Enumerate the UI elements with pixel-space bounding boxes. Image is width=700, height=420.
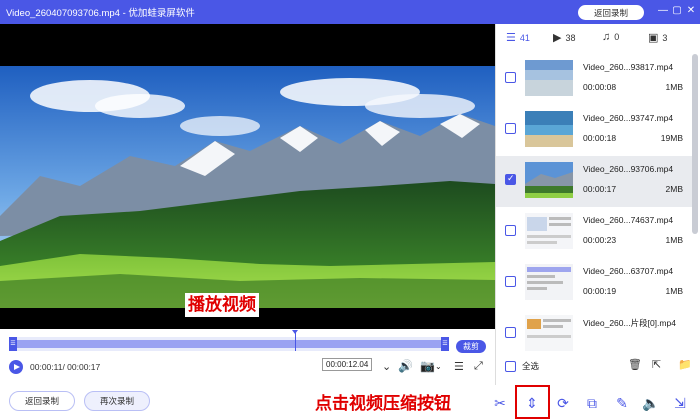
list-icon: ☰ <box>506 32 516 44</box>
image-icon: ▣ <box>648 32 659 44</box>
select-all[interactable]: 全选 <box>505 360 539 372</box>
cut-icon[interactable]: ✂ <box>490 393 510 413</box>
back-to-record-button[interactable]: 返回录制 <box>578 5 644 20</box>
item-duration: 00:00:19 <box>583 286 617 296</box>
file-type-tabs: ☰ 41 ▶ 38 ♫ 0 ▣ 3 <box>496 24 700 52</box>
minimize-icon[interactable]: — <box>656 4 670 18</box>
playlist-icon[interactable]: ☰ <box>454 360 464 373</box>
play-icon[interactable] <box>9 360 23 374</box>
delete-icon[interactable]: 🗑 <box>628 358 642 371</box>
timeline-fill <box>9 340 449 348</box>
tab-audio-count: 0 <box>614 32 620 42</box>
item-duration: 00:00:17 <box>583 184 617 194</box>
tab-all-count: 41 <box>519 32 530 43</box>
speed-dropdown-icon[interactable]: ⌄ <box>382 360 391 373</box>
item-thumbnail <box>525 111 573 147</box>
item-checkbox[interactable] <box>505 225 516 236</box>
playhead-marker <box>292 330 298 334</box>
item-thumbnail <box>525 60 573 96</box>
item-duration: 00:00:23 <box>583 235 617 245</box>
compress-highlight-box <box>515 385 550 419</box>
trim-start-handle[interactable]: ☰ <box>9 337 17 351</box>
file-sidebar: ☰ 41 ▶ 38 ♫ 0 ▣ 3 Video_260...93817.mp4 … <box>495 24 700 385</box>
chevron-down-icon[interactable]: ⌄ <box>435 362 442 371</box>
time-display: 00:00:11/ 00:00:17 <box>30 362 101 372</box>
export-icon[interactable]: ⇱ <box>652 358 661 371</box>
item-checkbox[interactable] <box>505 123 516 134</box>
back-to-record-bottom-button[interactable]: 返回录制 <box>9 391 75 411</box>
item-size: 19MB <box>660 133 683 143</box>
file-list: Video_260...93817.mp4 00:00:08 1MB Video… <box>496 54 700 354</box>
list-scrollbar[interactable] <box>692 54 698 234</box>
item-size: 1MB <box>665 235 683 245</box>
audio-extract-icon[interactable]: ⇲ <box>670 393 690 413</box>
item-checkbox[interactable] <box>505 327 516 338</box>
video-icon: ▶ <box>553 32 562 44</box>
playhead[interactable] <box>295 332 296 351</box>
item-name: Video_260...63707.mp4 <box>583 266 674 276</box>
convert-icon[interactable]: ⟳ <box>553 393 573 413</box>
list-item[interactable]: Video_260...63707.mp4 00:00:19 1MB <box>496 258 692 309</box>
item-name: Video_260...93747.mp4 <box>583 113 674 123</box>
select-all-label: 全选 <box>522 361 540 371</box>
bottom-toolbar: 返回录制 再次录制 点击视频压缩按钮 ✂ ⇕ ⟳ ⧉ ✎ 🔈 ⇲ <box>0 385 700 420</box>
item-name: Video_260...93817.mp4 <box>583 62 674 72</box>
item-size: 1MB <box>665 82 683 92</box>
restore-icon[interactable]: ▢ <box>670 4 684 18</box>
list-item[interactable]: Video_260...74637.mp4 00:00:23 1MB <box>496 207 692 258</box>
video-player[interactable]: 播放视频 <box>0 24 495 329</box>
tab-image[interactable]: ▣ 3 <box>648 31 667 44</box>
item-thumbnail <box>525 213 573 249</box>
item-name: Video_260...74637.mp4 <box>583 215 674 225</box>
list-item[interactable]: Video_260...片段[0].mp4 <box>496 309 692 354</box>
folder-icon[interactable]: 📁 <box>678 358 692 371</box>
fullscreen-icon[interactable]: ⤢ <box>474 360 483 373</box>
item-name: Video_260...93706.mp4 <box>583 164 674 174</box>
timeline-track[interactable]: ☰ ☰ <box>9 330 449 351</box>
tab-audio[interactable]: ♫ 0 <box>602 31 619 43</box>
item-name: Video_260...片段[0].mp4 <box>583 318 676 328</box>
compress-annotation: 点击视频压缩按钮 <box>315 389 451 414</box>
record-again-button[interactable]: 再次录制 <box>84 391 150 411</box>
music-icon: ♫ <box>602 31 611 43</box>
trim-button[interactable]: 裁剪 <box>456 340 486 353</box>
select-all-checkbox[interactable] <box>505 360 516 372</box>
trim-end-handle[interactable]: ☰ <box>441 337 449 351</box>
item-duration: 00:00:08 <box>583 82 617 92</box>
tab-video[interactable]: ▶ 38 <box>553 31 575 44</box>
edit-icon[interactable]: ✎ <box>612 393 632 413</box>
item-size: 1MB <box>665 286 683 296</box>
item-thumbnail <box>525 264 573 300</box>
item-thumbnail <box>525 315 573 351</box>
list-item-selected[interactable]: Video_260...93706.mp4 00:00:17 2MB <box>496 156 692 207</box>
item-checkbox[interactable] <box>505 276 516 287</box>
volume-adjust-icon[interactable]: 🔈 <box>641 393 661 413</box>
video-frame <box>0 66 495 308</box>
merge-icon[interactable]: ⧉ <box>582 393 602 413</box>
item-checkbox-checked[interactable] <box>505 173 516 185</box>
title-bar: Video_260407093706.mp4 - 优加蛙录屏软件 返回录制 — … <box>0 0 700 24</box>
tab-image-count: 3 <box>662 32 668 43</box>
tab-video-count: 38 <box>565 32 576 43</box>
list-item[interactable]: Video_260...93747.mp4 00:00:18 19MB <box>496 105 692 156</box>
close-icon[interactable]: ✕ <box>684 4 698 18</box>
player-controls: ☰ ☰ 裁剪 00:00:11/ 00:00:17 00:00:12.04 ⌄ … <box>0 329 495 385</box>
video-frame-image <box>0 66 495 308</box>
time-tooltip: 00:00:12.04 <box>322 358 373 371</box>
tab-all[interactable]: ☰ 41 <box>506 31 530 44</box>
item-thumbnail <box>525 162 573 198</box>
item-duration: 00:00:18 <box>583 133 617 143</box>
play-video-annotation: 播放视频 <box>185 293 259 317</box>
window-title: Video_260407093706.mp4 - 优加蛙录屏软件 <box>6 8 195 19</box>
volume-icon[interactable]: 🔊 <box>398 359 413 373</box>
item-checkbox[interactable] <box>505 72 516 83</box>
list-item[interactable]: Video_260...93817.mp4 00:00:08 1MB <box>496 54 692 105</box>
screenshot-icon[interactable]: 📷 <box>420 359 435 373</box>
item-size: 2MB <box>665 184 683 194</box>
